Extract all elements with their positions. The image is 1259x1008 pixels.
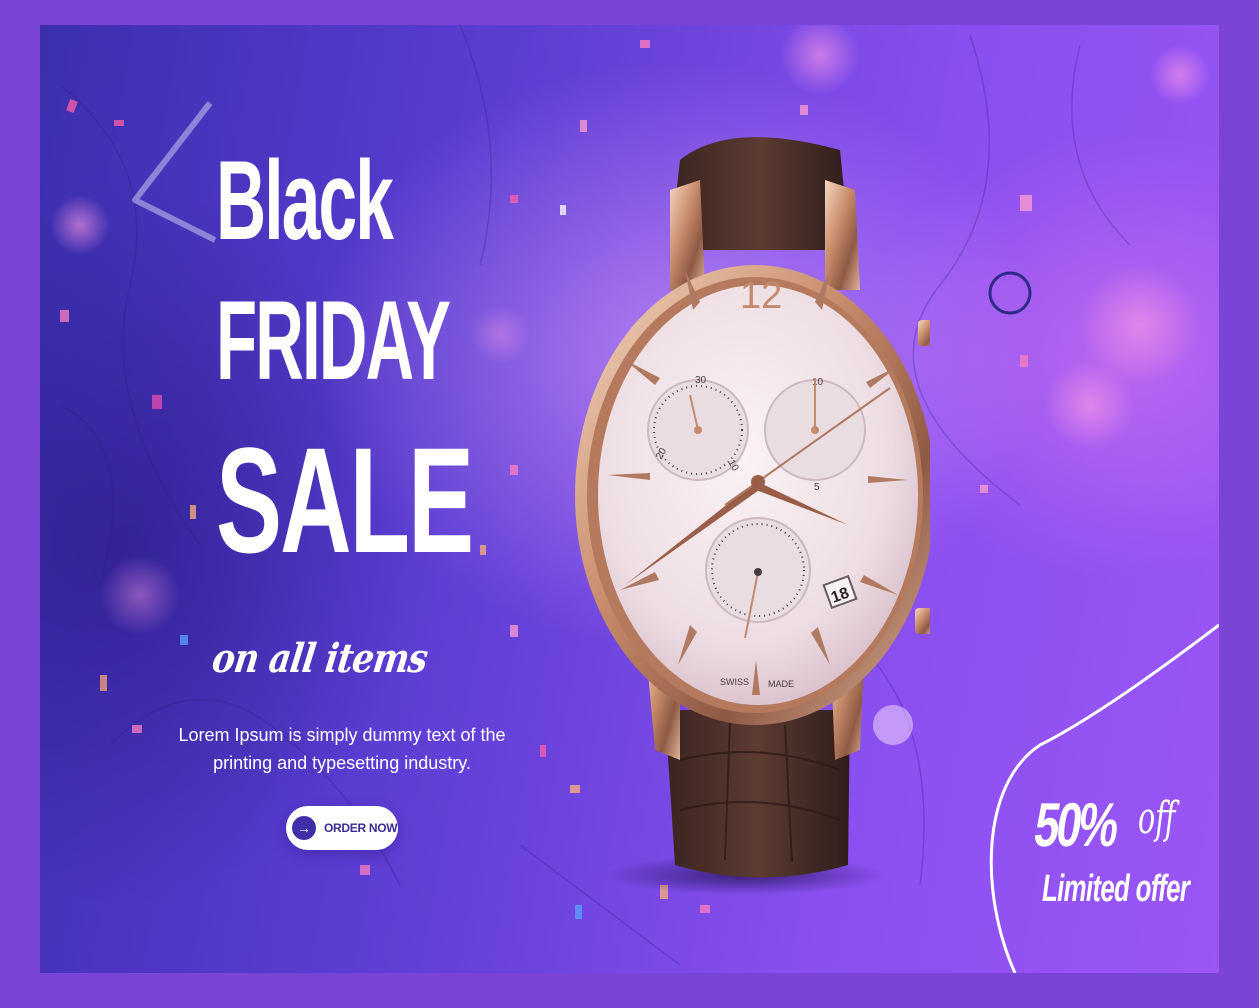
bokeh-light: [470, 305, 530, 365]
dial-numeral-12: 12: [740, 275, 782, 317]
watch-dial: [598, 285, 918, 705]
headline-subline: on all items: [209, 635, 431, 682]
description-line: Lorem Ipsum is simply dummy text of the: [178, 725, 506, 745]
order-now-label: ORDER NOW: [324, 821, 398, 835]
headline-friday: FRIDAY: [216, 278, 451, 403]
made-label: MADE: [768, 679, 794, 689]
bokeh-light: [780, 25, 860, 95]
watch-crown: [918, 320, 930, 346]
sale-banner: Black FRIDAY SALE on all items Lorem Ips…: [40, 25, 1219, 973]
subdial-label: 5: [814, 482, 820, 493]
watch-crown: [915, 608, 930, 634]
arrow-right-icon: →: [292, 816, 316, 840]
triangle-outline: [132, 101, 217, 243]
watch-image: 12 30 20 10 10 5 18 SWISS MADE: [575, 137, 930, 895]
headline: Black FRIDAY SALE: [216, 138, 488, 576]
subdial-label: 10: [812, 377, 824, 388]
swiss-label: SWISS: [720, 677, 749, 687]
offer-limited: Limited offer: [1042, 868, 1190, 910]
bokeh-light: [1045, 360, 1135, 450]
bokeh-light: [1150, 45, 1210, 105]
offer-off: off: [1138, 793, 1176, 844]
watch-strap-bottom: [665, 710, 850, 878]
headline-sale: SALE: [216, 416, 474, 584]
order-now-button[interactable]: → ORDER NOW: [286, 806, 398, 850]
description-line: printing and typesetting industry.: [213, 753, 471, 773]
headline-black: Black: [216, 138, 394, 263]
bokeh-light: [50, 195, 110, 255]
subdial-label: 30: [695, 375, 707, 386]
circle-outline: [988, 271, 1032, 315]
offer-percent: 50%: [1030, 791, 1121, 860]
bokeh-light: [100, 555, 180, 635]
description: Lorem Ipsum is simply dummy text of the …: [160, 721, 524, 777]
